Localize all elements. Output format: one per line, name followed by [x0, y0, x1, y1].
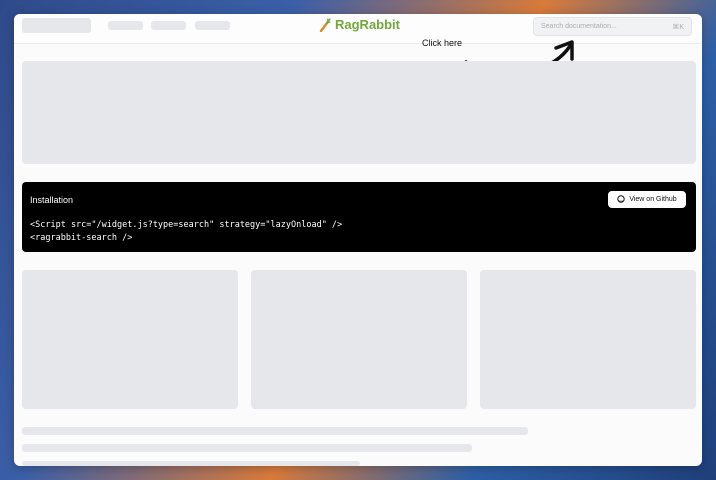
content-card-placeholder — [480, 270, 696, 409]
installation-title: Installation — [30, 195, 74, 205]
install-code-block: <Script src="/widget.js?type=search" str… — [30, 219, 342, 245]
code-line: <Script src="/widget.js?type=search" str… — [30, 220, 343, 230]
nav-link-placeholder[interactable] — [195, 21, 230, 30]
top-nav-bar: RagRabbit Search documentation... ⌘K — [14, 14, 702, 44]
text-line-placeholder — [22, 461, 360, 466]
brand-name: RagRabbit — [335, 17, 400, 32]
text-line-placeholder — [22, 427, 528, 435]
nav-link-placeholder[interactable] — [151, 21, 186, 30]
browser-window: RagRabbit Search documentation... ⌘K Cli… — [14, 14, 702, 466]
code-line: <ragrabbit-search /> — [30, 233, 133, 243]
brand-logo[interactable]: RagRabbit — [319, 17, 400, 32]
installation-panel: Installation View on Github <Script src=… — [22, 182, 696, 252]
view-on-github-button[interactable]: View on Github — [608, 191, 686, 208]
content-card-placeholder — [22, 270, 238, 409]
keyboard-shortcut-badge: ⌘K — [672, 24, 684, 31]
content-card-placeholder — [251, 270, 467, 409]
nav-logo-placeholder — [22, 18, 91, 33]
github-icon — [617, 194, 626, 205]
hero-placeholder — [22, 61, 696, 164]
carrot-icon — [319, 17, 331, 32]
github-button-label: View on Github — [629, 196, 677, 203]
search-placeholder: Search documentation... — [541, 23, 617, 30]
text-line-placeholder — [22, 444, 472, 452]
search-input[interactable]: Search documentation... ⌘K — [533, 17, 692, 36]
nav-link-placeholder[interactable] — [108, 21, 143, 30]
